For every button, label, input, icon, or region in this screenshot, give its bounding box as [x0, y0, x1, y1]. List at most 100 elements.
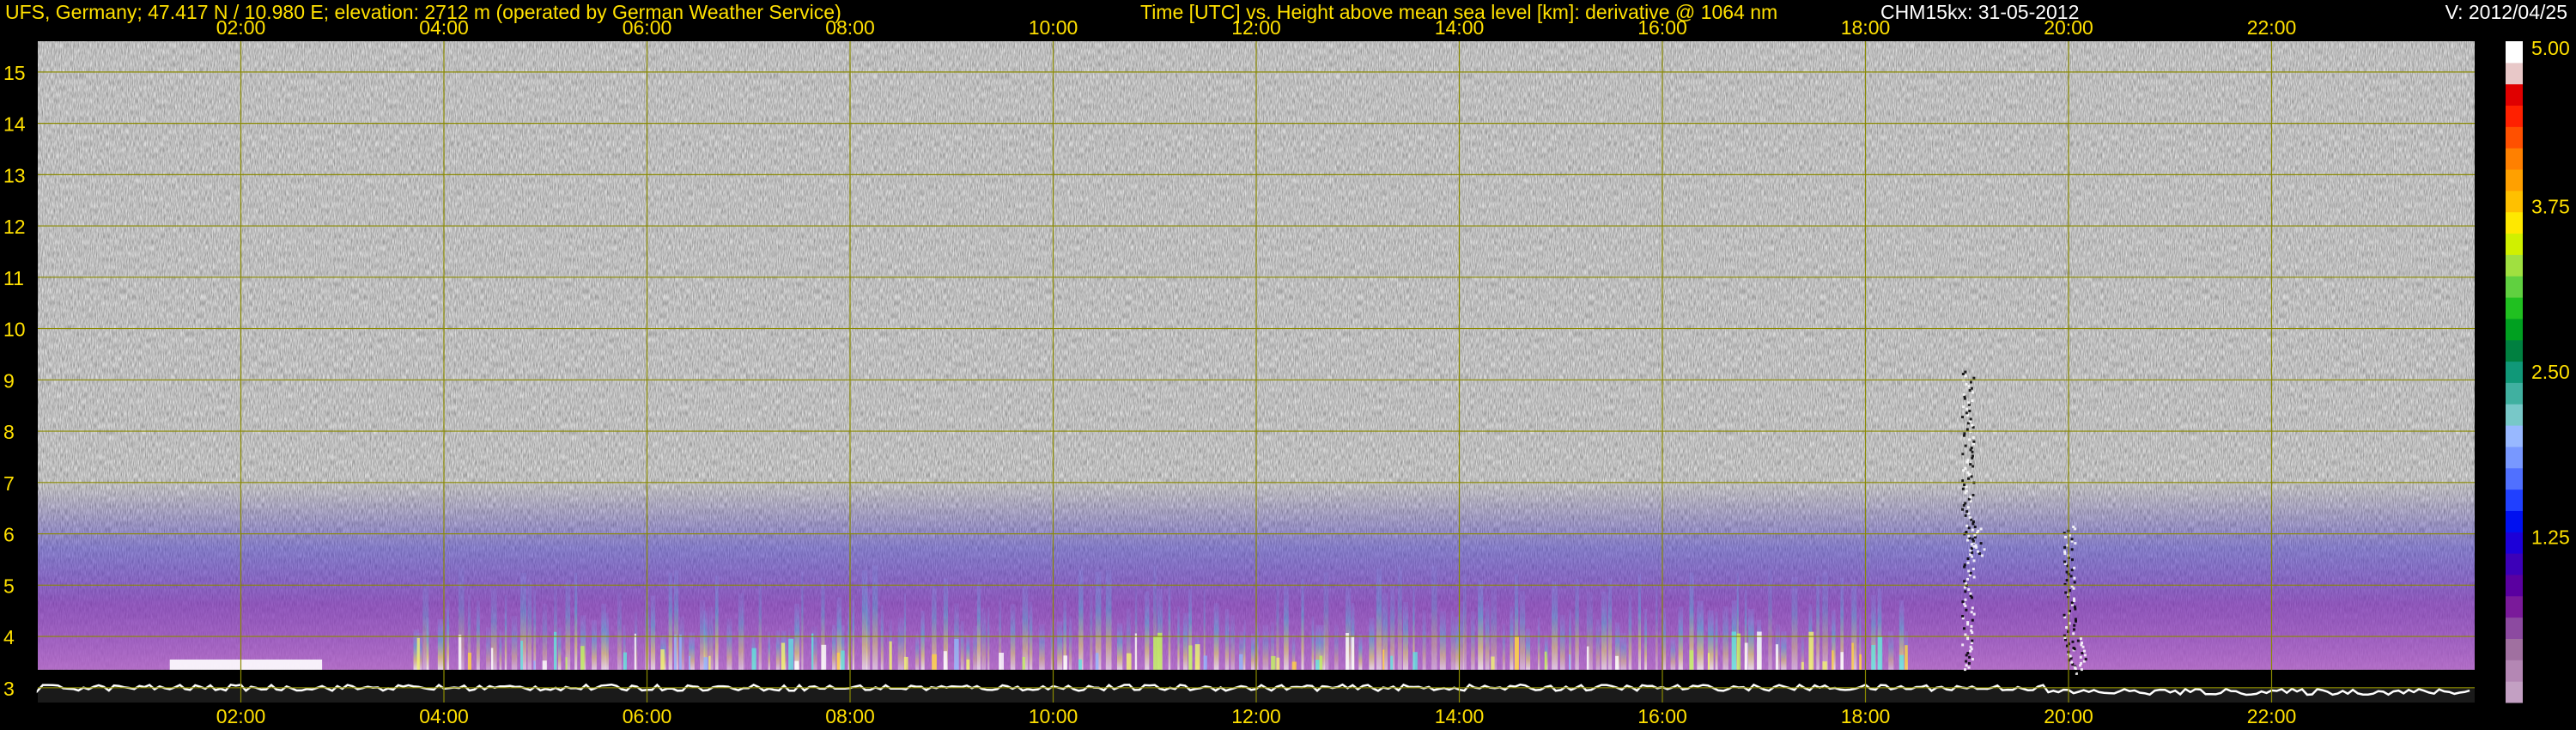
plume-cell — [1971, 436, 1975, 439]
y-tick-label: 4 — [3, 626, 15, 648]
streak — [1510, 606, 1514, 670]
streak-core — [1744, 642, 1748, 670]
streak-core — [1707, 653, 1710, 670]
plume-cell — [1979, 527, 1983, 531]
plume-cell — [1964, 598, 1967, 601]
plume-cell — [1965, 608, 1968, 611]
streak-core — [1859, 654, 1862, 670]
streak — [714, 575, 719, 670]
plume-cell — [1977, 550, 1979, 553]
plume-cell — [1968, 438, 1971, 441]
streak-core — [520, 641, 523, 670]
plume-cell — [1968, 655, 1971, 659]
streak — [1722, 606, 1728, 670]
x-tick-label-bottom: 16:00 — [1637, 705, 1687, 727]
plume-cell — [1977, 529, 1980, 532]
colorbar-swatch — [2506, 404, 2523, 426]
streak-core — [1877, 636, 1883, 670]
colorbar-tick-label: 1.25 — [2531, 526, 2570, 549]
plume-cell — [2065, 570, 2069, 574]
streak — [976, 582, 981, 670]
streak — [1607, 578, 1613, 670]
streak-core — [1078, 659, 1082, 670]
plume-cell — [1969, 592, 1972, 595]
colorbar-swatch — [2506, 510, 2523, 532]
streak — [852, 595, 854, 670]
plume-cell — [2065, 579, 2069, 582]
plume-cell — [2074, 617, 2077, 621]
plume-cell — [2073, 628, 2075, 631]
plume-cell — [1961, 453, 1965, 456]
streak — [1029, 601, 1033, 670]
x-tick-label-bottom: 04:00 — [419, 705, 469, 727]
streak — [617, 593, 622, 670]
plume-cell — [1970, 629, 1973, 632]
colorbar-tick-label: 2.50 — [2531, 361, 2570, 383]
plume-cell — [1964, 514, 1967, 517]
y-tick-label: 13 — [3, 164, 26, 186]
streak — [1628, 594, 1632, 670]
plume-cell — [1963, 580, 1966, 583]
plume-cell — [1971, 618, 1974, 622]
streak — [987, 607, 990, 670]
streak — [1369, 617, 1375, 670]
streak — [1575, 578, 1579, 670]
ceilometer-plot-window: UFS, Germany; 47.417 N / 10.980 E; eleva… — [0, 0, 2576, 730]
plume-cell — [2072, 632, 2075, 636]
plume-cell — [1963, 563, 1966, 567]
streak — [1656, 584, 1658, 670]
x-tick-label-top: 10:00 — [1029, 16, 1078, 39]
streak — [437, 619, 444, 670]
plume-cell — [1964, 466, 1967, 470]
streak — [1323, 572, 1329, 670]
streak — [1376, 569, 1382, 670]
plume-cell — [2072, 526, 2075, 528]
streak — [897, 617, 904, 670]
plume-cell — [2073, 566, 2076, 569]
plume-cell — [1967, 385, 1971, 388]
x-tick-label-top: 14:00 — [1435, 16, 1485, 39]
plume-cell — [1971, 568, 1975, 570]
plume-cell — [1971, 606, 1974, 610]
plume-cell — [1967, 534, 1971, 538]
plume-cell — [2064, 535, 2067, 538]
x-tick-label-top: 18:00 — [1841, 16, 1891, 39]
streak — [1822, 572, 1828, 670]
early-layer — [169, 659, 323, 672]
streak-core — [660, 649, 665, 670]
streak-core — [703, 657, 708, 670]
streak — [1183, 612, 1188, 670]
x-tick-label-top: 20:00 — [2044, 16, 2093, 39]
streak — [1791, 577, 1798, 670]
plume-cell — [1970, 624, 1973, 628]
streak-core — [1808, 631, 1814, 670]
streak — [1311, 616, 1315, 670]
streak-core — [467, 652, 471, 670]
streak-core — [1134, 633, 1137, 670]
streak-core — [751, 648, 756, 670]
streak-core — [1319, 655, 1323, 670]
streak — [1145, 591, 1150, 670]
streak-core — [1413, 652, 1418, 670]
streak — [1010, 604, 1016, 670]
streak — [1078, 569, 1084, 670]
plume-cell — [1972, 376, 1976, 380]
plume-cell — [2073, 624, 2076, 627]
colorbar-swatch — [2506, 660, 2523, 682]
x-tick-label-top: 08:00 — [825, 16, 875, 39]
x-tick-label-top: 12:00 — [1231, 16, 1281, 39]
plume-cell — [2073, 605, 2076, 609]
colorbar-swatch — [2506, 489, 2523, 511]
streak-core — [999, 653, 1004, 670]
streak — [1255, 622, 1259, 670]
streak — [1485, 600, 1490, 670]
colorbar-swatch — [2506, 574, 2523, 597]
x-tick-label-bottom: 06:00 — [623, 705, 672, 727]
plume-cell — [2073, 597, 2075, 600]
streak-core — [674, 635, 677, 670]
streak-core — [1351, 636, 1355, 670]
streak-core — [889, 641, 892, 670]
streak-core — [1569, 654, 1571, 670]
y-tick-label: 11 — [3, 267, 24, 289]
plume-cell — [1972, 440, 1976, 443]
